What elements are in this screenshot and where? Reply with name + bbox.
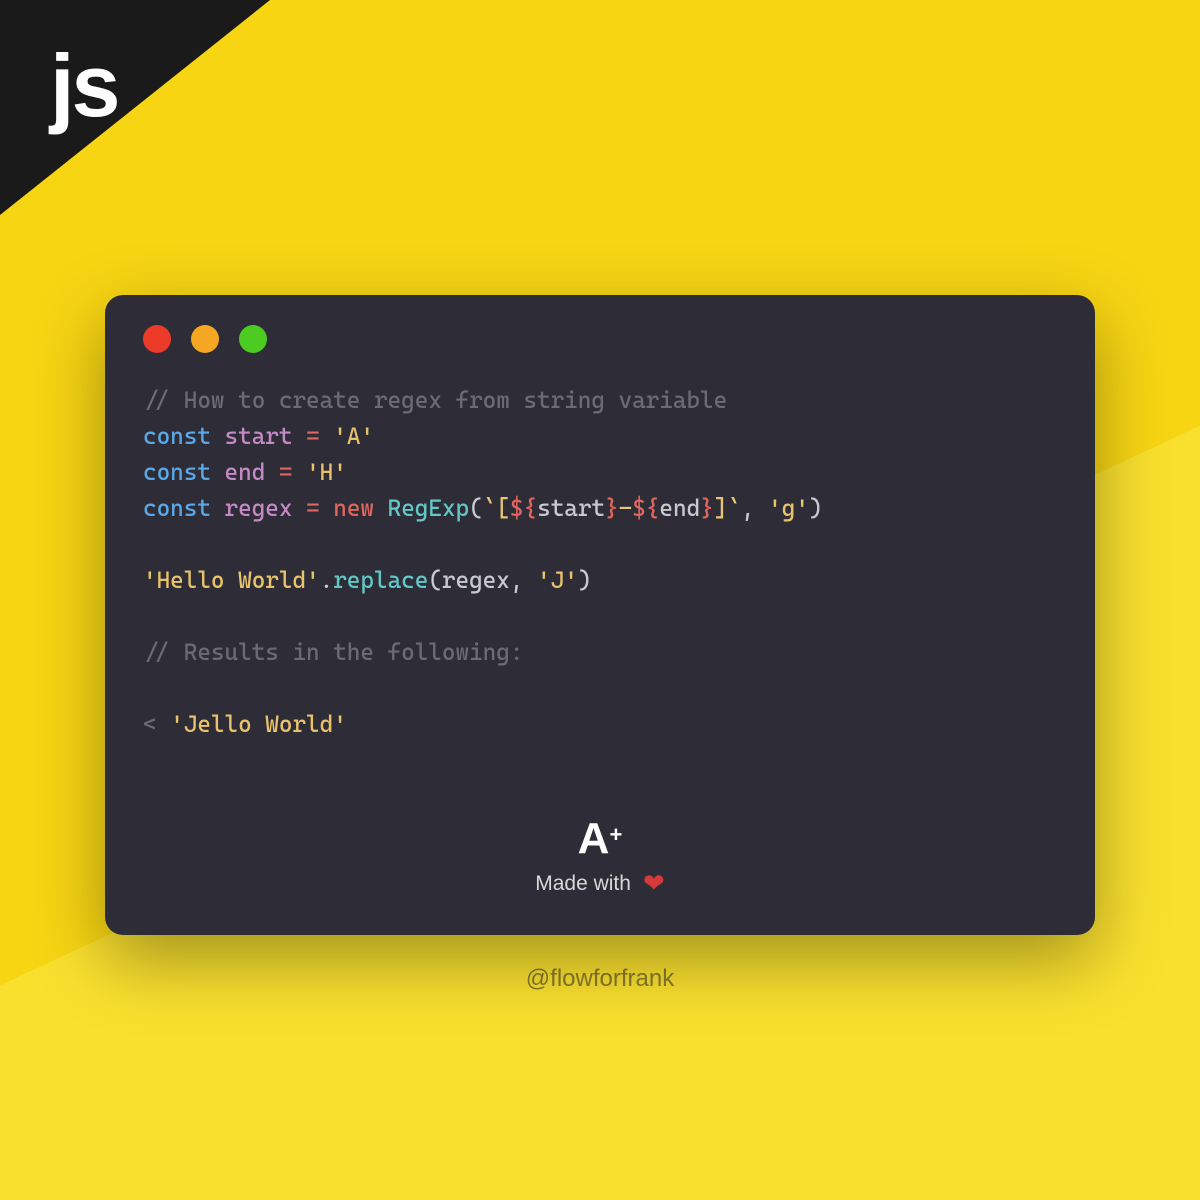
output-arrow-icon: < — [143, 711, 157, 738]
author-handle: @flowforfrank — [0, 965, 1200, 993]
code-comma: , — [510, 567, 537, 594]
grade-logo: A + — [105, 814, 1095, 864]
code-operator: = — [279, 459, 293, 486]
heart-icon: ❤ — [643, 868, 665, 899]
code-keyword: const — [143, 495, 211, 522]
js-corner-badge — [0, 0, 270, 215]
made-with-text: Made with ❤ — [105, 868, 1095, 899]
code-template: ` — [727, 495, 741, 522]
code-comma: , — [741, 495, 768, 522]
code-variable: start — [537, 495, 605, 522]
code-editor-window: // How to create regex from string varia… — [105, 295, 1095, 935]
code-dot: . — [320, 567, 334, 594]
code-string: 'Hello World' — [143, 567, 320, 594]
code-template: ` — [483, 495, 497, 522]
code-class: RegExp — [388, 495, 470, 522]
code-operator: = — [306, 495, 320, 522]
code-string: 'A' — [333, 423, 374, 450]
code-interp: } — [605, 495, 619, 522]
minimize-icon — [191, 325, 219, 353]
code-string: 'g' — [768, 495, 809, 522]
code-comment: // How to create regex from string varia… — [143, 387, 727, 414]
code-block: // How to create regex from string varia… — [143, 383, 1057, 743]
window-controls — [143, 325, 1057, 353]
code-variable: regex — [225, 495, 293, 522]
code-paren: ( — [469, 495, 483, 522]
code-variable: start — [225, 423, 293, 450]
code-method: replace — [333, 567, 428, 594]
code-interp: ${ — [510, 495, 537, 522]
code-keyword: const — [143, 459, 211, 486]
code-variable: regex — [442, 567, 510, 594]
code-string: 'H' — [306, 459, 347, 486]
code-variable: end — [659, 495, 700, 522]
code-template: [ — [496, 495, 510, 522]
code-template: ] — [714, 495, 728, 522]
made-with-label: Made with — [535, 872, 631, 896]
code-interp: ${ — [632, 495, 659, 522]
code-template: - — [619, 495, 633, 522]
code-paren: ( — [428, 567, 442, 594]
code-interp: } — [700, 495, 714, 522]
js-label: js — [50, 35, 117, 137]
code-variable: end — [225, 459, 266, 486]
code-operator: = — [306, 423, 320, 450]
code-paren: ) — [578, 567, 592, 594]
maximize-icon — [239, 325, 267, 353]
code-keyword: const — [143, 423, 211, 450]
footer-badge: A + Made with ❤ — [105, 814, 1095, 899]
code-keyword: new — [333, 495, 374, 522]
code-comment: // Results in the following: — [143, 639, 523, 666]
code-output: 'Jello World' — [170, 711, 347, 738]
code-string: 'J' — [537, 567, 578, 594]
grade-a-text: A — [578, 814, 608, 864]
code-paren: ) — [809, 495, 823, 522]
close-icon — [143, 325, 171, 353]
grade-plus-text: + — [609, 822, 622, 848]
